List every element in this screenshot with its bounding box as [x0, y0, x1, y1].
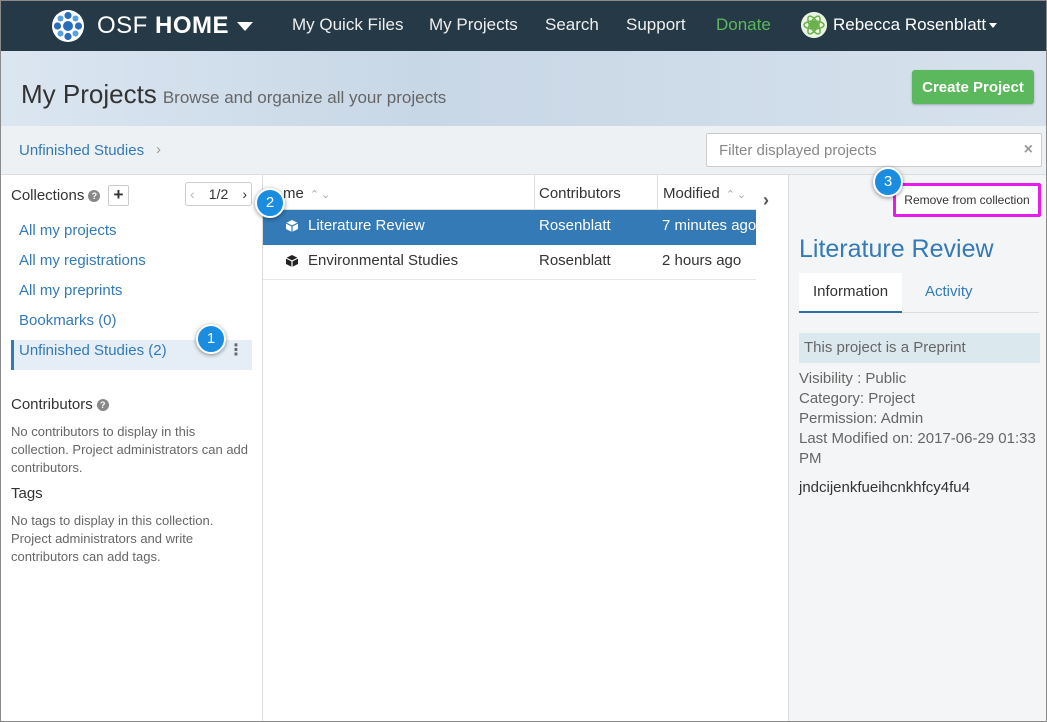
collections-sidebar: Collections ? + ‹ 1/2 › All my projects …: [1, 175, 263, 721]
clear-filter-icon[interactable]: ×: [1024, 141, 1033, 159]
row-contributors: Rosenblatt: [539, 217, 611, 234]
table-header: me ⌃⌄ Contributors Modified ⌃⌄: [263, 175, 756, 210]
app-window: OSF HOME My Quick Files My Projects Sear…: [0, 0, 1047, 722]
collections-label: Collections: [11, 187, 85, 204]
breadcrumb-separator-icon: ›: [156, 141, 161, 158]
row-divider: [263, 279, 756, 280]
collection-unfinished-studies-label: Unfinished Studies (2): [19, 342, 167, 359]
callout-2: 2: [255, 188, 285, 218]
pager-prev-icon[interactable]: ‹: [190, 186, 195, 202]
brand-dropdown-caret-icon[interactable]: [237, 21, 254, 31]
column-name-label: me: [283, 185, 304, 202]
brand-text: OSF HOME: [97, 12, 229, 40]
breadcrumb-current[interactable]: Unfinished Studies: [19, 142, 144, 159]
collection-menu-icon[interactable]: ⋮: [228, 342, 244, 360]
tab-activity[interactable]: Activity: [911, 273, 987, 313]
collection-all-preprints[interactable]: All my preprints: [11, 280, 252, 310]
contributors-heading: Contributors ?: [11, 396, 109, 413]
collection-all-registrations[interactable]: All my registrations: [11, 250, 252, 280]
column-divider: [534, 175, 535, 210]
filter-box: ×: [706, 133, 1042, 167]
column-contributors[interactable]: Contributors: [539, 175, 621, 210]
page-header: My Projects Browse and organize all your …: [1, 51, 1046, 126]
meta-last-modified: Last Modified on: 2017-06-29 01:33 PM: [799, 430, 1036, 467]
contributors-help-icon[interactable]: ?: [96, 398, 109, 411]
callout-3: 3: [873, 167, 903, 197]
remove-from-collection-button[interactable]: Remove from collection: [893, 183, 1041, 217]
row-project-name[interactable]: Literature Review: [308, 210, 425, 242]
brand-bold: HOME: [155, 12, 230, 39]
table-row[interactable]: Environmental Studies Rosenblatt 2 hours…: [263, 245, 756, 280]
osf-home-brand[interactable]: OSF HOME: [51, 8, 254, 44]
meta-permission: Permission: Admin: [799, 410, 924, 427]
nav-search[interactable]: Search: [545, 15, 599, 35]
projects-table: me ⌃⌄ Contributors Modified ⌃⌄ Literature …: [263, 175, 756, 721]
nav-donate[interactable]: Donate: [716, 15, 771, 35]
row-project-name[interactable]: Environmental Studies: [308, 245, 458, 277]
row-contributors: Rosenblatt: [539, 252, 611, 269]
pager-next-icon[interactable]: ›: [242, 186, 247, 202]
column-modified-label: Modified: [663, 185, 720, 202]
sort-modified-icon[interactable]: ⌃⌄: [726, 189, 748, 201]
top-navbar: OSF HOME My Quick Files My Projects Sear…: [1, 1, 1046, 51]
filter-input[interactable]: [707, 134, 1007, 166]
project-guid: jndcijenkfueihcnkhfcy4fu4: [799, 479, 970, 496]
brand-light: OSF: [97, 12, 156, 39]
page-title: My Projects Browse and organize all your …: [21, 79, 446, 110]
panel-tabs: Information Activity: [799, 273, 1039, 313]
page-title-text: My Projects: [21, 79, 157, 109]
preprint-notice: This project is a Preprint: [799, 333, 1040, 363]
column-modified[interactable]: Modified ⌃⌄: [663, 175, 748, 210]
pager-text: 1/2: [208, 186, 229, 202]
contributors-text: No contributors to display in this colle…: [11, 424, 249, 475]
nav-support[interactable]: Support: [626, 15, 686, 35]
collection-all-projects[interactable]: All my projects: [11, 220, 252, 250]
add-collection-button[interactable]: +: [108, 185, 129, 206]
osf-logo-icon: [52, 10, 84, 42]
project-cube-icon: [285, 220, 299, 232]
collections-heading: Collections ?: [11, 187, 101, 204]
project-info-panel: Remove from collection Literature Review…: [788, 175, 1046, 721]
row-modified: 7 minutes ago: [662, 217, 757, 234]
contributors-title: Contributors: [11, 396, 93, 413]
callout-1: 1: [196, 324, 226, 354]
collections-pager: ‹ 1/2 ›: [185, 182, 252, 206]
row-modified: 2 hours ago: [662, 252, 742, 269]
nav-my-projects[interactable]: My Projects: [429, 15, 518, 35]
panel-project-title[interactable]: Literature Review: [799, 235, 994, 264]
toggle-info-panel-icon[interactable]: ›: [763, 190, 769, 211]
project-cube-icon: [285, 255, 299, 267]
table-row[interactable]: Literature Review Rosenblatt 7 minutes a…: [263, 210, 756, 245]
user-name: Rebecca Rosenblatt: [833, 15, 987, 34]
meta-category: Category: Project: [799, 390, 915, 407]
user-menu[interactable]: Rebecca Rosenblatt: [801, 12, 998, 38]
nav-my-quick-files[interactable]: My Quick Files: [292, 15, 403, 35]
column-divider: [657, 175, 658, 210]
collections-help-icon[interactable]: ?: [88, 189, 101, 202]
sort-name-icon[interactable]: ⌃⌄: [310, 189, 332, 201]
tags-heading: Tags: [11, 485, 43, 502]
create-project-button[interactable]: Create Project: [912, 70, 1034, 104]
tab-information[interactable]: Information: [799, 273, 903, 313]
page-subtitle: Browse and organize all your projects: [162, 88, 447, 107]
meta-visibility: Visibility : Public: [799, 370, 907, 387]
tags-text: No tags to display in this collection. P…: [11, 513, 214, 564]
user-dropdown-caret-icon: [989, 22, 998, 28]
column-name[interactable]: me ⌃⌄: [283, 175, 332, 210]
user-avatar: [801, 12, 827, 38]
